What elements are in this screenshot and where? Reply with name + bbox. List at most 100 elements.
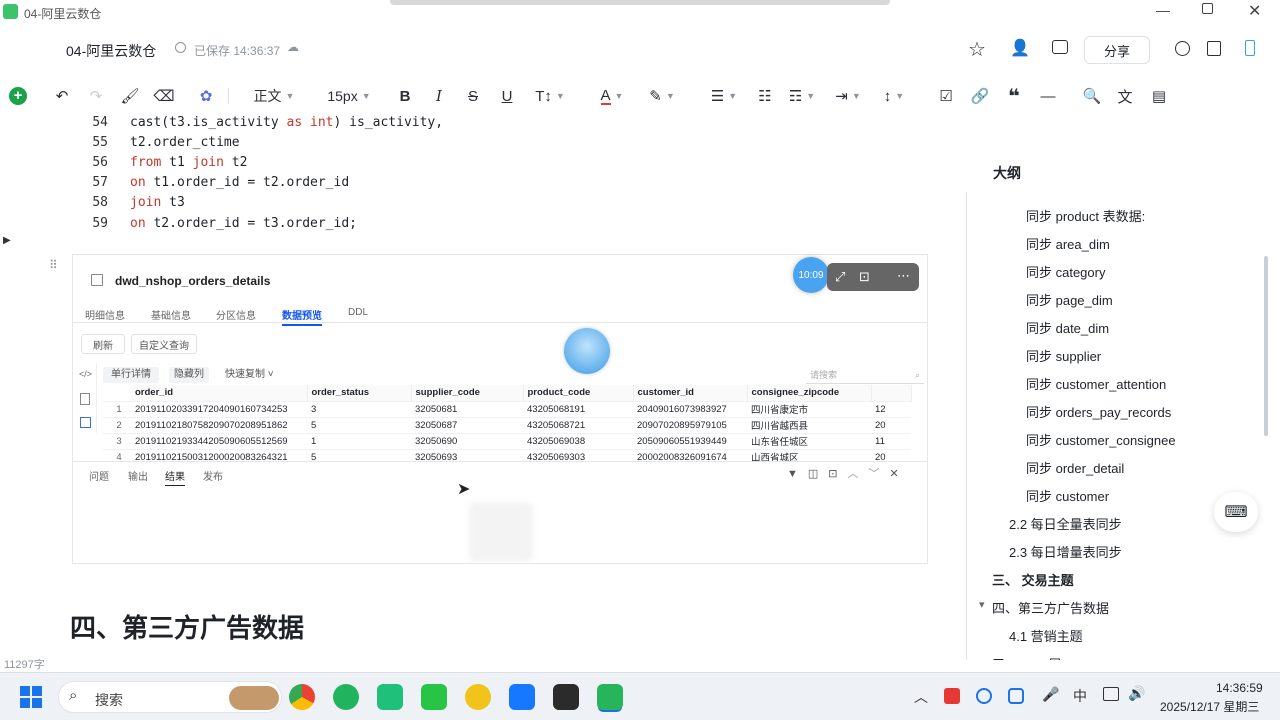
outline-item[interactable]: 同步 customer_consignee: [1026, 430, 1176, 449]
doc-info-button[interactable]: ▤: [1150, 80, 1168, 112]
code-keyword: on: [130, 215, 146, 231]
checkbox-button[interactable]: ☑: [937, 80, 955, 112]
taskbar-date[interactable]: 2025/12/17 星期三: [1160, 698, 1259, 715]
doc-title[interactable]: 04-阿里云数仓: [66, 41, 156, 61]
tray-chevron-icon[interactable]: ︿: [914, 687, 928, 707]
line-number: 57: [92, 175, 108, 191]
ai-button[interactable]: ✿: [196, 80, 216, 112]
code-text[interactable]: on t1.order_id = t2.order_id: [130, 173, 349, 193]
ocr-icon[interactable]: ⊡: [859, 269, 870, 285]
caret-down-icon[interactable]: ▾: [979, 598, 985, 611]
translate-button[interactable]: 文: [1116, 80, 1134, 112]
taskbar-time[interactable]: 14:36:59: [1216, 681, 1263, 695]
link-button[interactable]: 🔗: [971, 80, 990, 112]
mobile-icon[interactable]: [1245, 40, 1255, 56]
device-icon[interactable]: [1207, 41, 1221, 56]
ime-icon[interactable]: 中: [1073, 686, 1087, 706]
outline-item[interactable]: 同步 customer_attention: [1026, 374, 1166, 393]
chat-icon[interactable]: [1175, 41, 1190, 56]
outline-item[interactable]: 五、DWS层: [992, 654, 1061, 660]
line-spacing-button[interactable]: ↕ ▼: [876, 80, 912, 112]
outline-item[interactable]: 三、 交易主题: [992, 570, 1074, 589]
outline-item[interactable]: 2.2 每日全量表同步: [1009, 514, 1122, 533]
add-user-icon[interactable]: 👤: [1010, 38, 1030, 58]
code-text[interactable]: on t2.order_id = t3.order_id;: [130, 214, 357, 234]
italic-icon: I: [436, 87, 442, 105]
ai-icon: ✿: [199, 88, 213, 105]
saved-icon: [175, 42, 186, 53]
text-size-button[interactable]: T↕ ▼: [532, 80, 568, 112]
outline-item[interactable]: 2.3 每日增量表同步: [1009, 542, 1122, 561]
font-size-select[interactable]: 15px ▼: [320, 80, 378, 112]
network-icon[interactable]: [1103, 687, 1119, 701]
outline-item[interactable]: 同步 date_dim: [1026, 318, 1109, 337]
comment-icon[interactable]: [1052, 40, 1068, 54]
wechat-icon[interactable]: [421, 684, 447, 710]
outline-item[interactable]: 同步 order_detail: [1026, 458, 1124, 477]
chrome-icon[interactable]: [289, 684, 315, 710]
windows-start-icon[interactable]: [20, 686, 42, 708]
outline-item[interactable]: 同步 area_dim: [1026, 234, 1110, 253]
text-style-select[interactable]: 正文 ▼: [245, 80, 303, 112]
bullet-list-button[interactable]: ☷: [756, 80, 774, 112]
keyboard-button[interactable]: ⌨: [1214, 492, 1258, 532]
table-row: 2 20191102180758209070208951862 5 32050687 4…: [103, 416, 911, 433]
redo-button[interactable]: ↷: [86, 80, 106, 112]
find-button[interactable]: 🔍: [1083, 80, 1102, 112]
table-cell: 20: [871, 448, 911, 461]
bold-button[interactable]: B: [396, 80, 414, 112]
underline-button[interactable]: U: [498, 80, 516, 112]
code-text[interactable]: from t1 join t2: [130, 153, 247, 173]
app-yellow-icon[interactable]: [465, 684, 491, 710]
taskbar-search[interactable]: ⌕ 搜索: [58, 681, 282, 713]
strikethrough-button[interactable]: S: [464, 80, 482, 112]
table-cell: 1: [307, 432, 411, 449]
tray-app-icon-2[interactable]: [976, 688, 992, 704]
align-button[interactable]: ☰ ▼: [706, 80, 742, 112]
app-blue-icon[interactable]: [509, 684, 535, 710]
maximize-button[interactable]: [1202, 3, 1213, 14]
line-number: 54: [92, 114, 108, 130]
outline-item[interactable]: 同步 supplier: [1026, 346, 1101, 365]
share-button[interactable]: 分享: [1084, 36, 1150, 64]
table-cell: 山西省城区: [747, 448, 871, 461]
outline-scrollbar[interactable]: [1264, 256, 1268, 436]
outline-item[interactable]: 四、第三方广告数据 ▾: [979, 598, 1109, 617]
code-text[interactable]: cast(t3.is_activity as int) is_activity,: [130, 113, 443, 133]
numbered-list-button[interactable]: ☶ ▼: [784, 80, 820, 112]
outline-item[interactable]: 4.1 营销主题: [1009, 626, 1083, 645]
media-player-icon[interactable]: [377, 684, 403, 710]
italic-button[interactable]: I: [430, 80, 448, 112]
tray-app-icon-3[interactable]: [1008, 688, 1024, 704]
outline-item[interactable]: 同步 customer: [1026, 486, 1109, 505]
microphone-icon[interactable]: 🎤: [1042, 686, 1059, 703]
app-green-icon[interactable]: [333, 684, 359, 710]
outline-item[interactable]: 同步 product 表数据:: [1026, 206, 1145, 225]
insert-button[interactable]: +: [9, 80, 27, 112]
font-color-button[interactable]: A ▼: [594, 80, 630, 112]
clear-format-button[interactable]: ⌫: [153, 80, 174, 112]
more-icon[interactable]: ⋯: [897, 268, 910, 284]
terminal-icon[interactable]: [553, 684, 579, 710]
code-text[interactable]: join t3: [130, 193, 185, 213]
tray-app-icon-1[interactable]: [944, 688, 960, 704]
outline-item[interactable]: 同步 page_dim: [1026, 290, 1113, 309]
divider-button[interactable]: —: [1039, 80, 1057, 112]
indent-button[interactable]: ⇥ ▼: [830, 80, 866, 112]
plus-circle-icon: +: [9, 87, 27, 105]
fullscreen-icon[interactable]: ⤢: [835, 269, 845, 285]
close-window-button[interactable]: ✕: [1248, 1, 1261, 21]
highlight-button[interactable]: ✎ ▼: [644, 80, 680, 112]
outline-item[interactable]: 同步 orders_pay_records: [1026, 402, 1171, 421]
undo-button[interactable]: ↶: [52, 80, 72, 112]
feishu-icon[interactable]: [597, 684, 623, 710]
volume-icon[interactable]: 🔊: [1128, 685, 1145, 702]
expand-sidebar-icon[interactable]: ▶: [3, 235, 11, 246]
quote-button[interactable]: ❝: [1005, 80, 1023, 112]
code-text[interactable]: t2.order_ctime: [130, 133, 240, 153]
outline-item[interactable]: 同步 category: [1026, 262, 1105, 281]
star-icon[interactable]: ☆: [968, 37, 986, 62]
drag-handle-icon[interactable]: ⠿: [49, 258, 58, 272]
minimize-button[interactable]: —: [1156, 2, 1170, 18]
format-painter-button[interactable]: 🖌: [120, 80, 140, 112]
